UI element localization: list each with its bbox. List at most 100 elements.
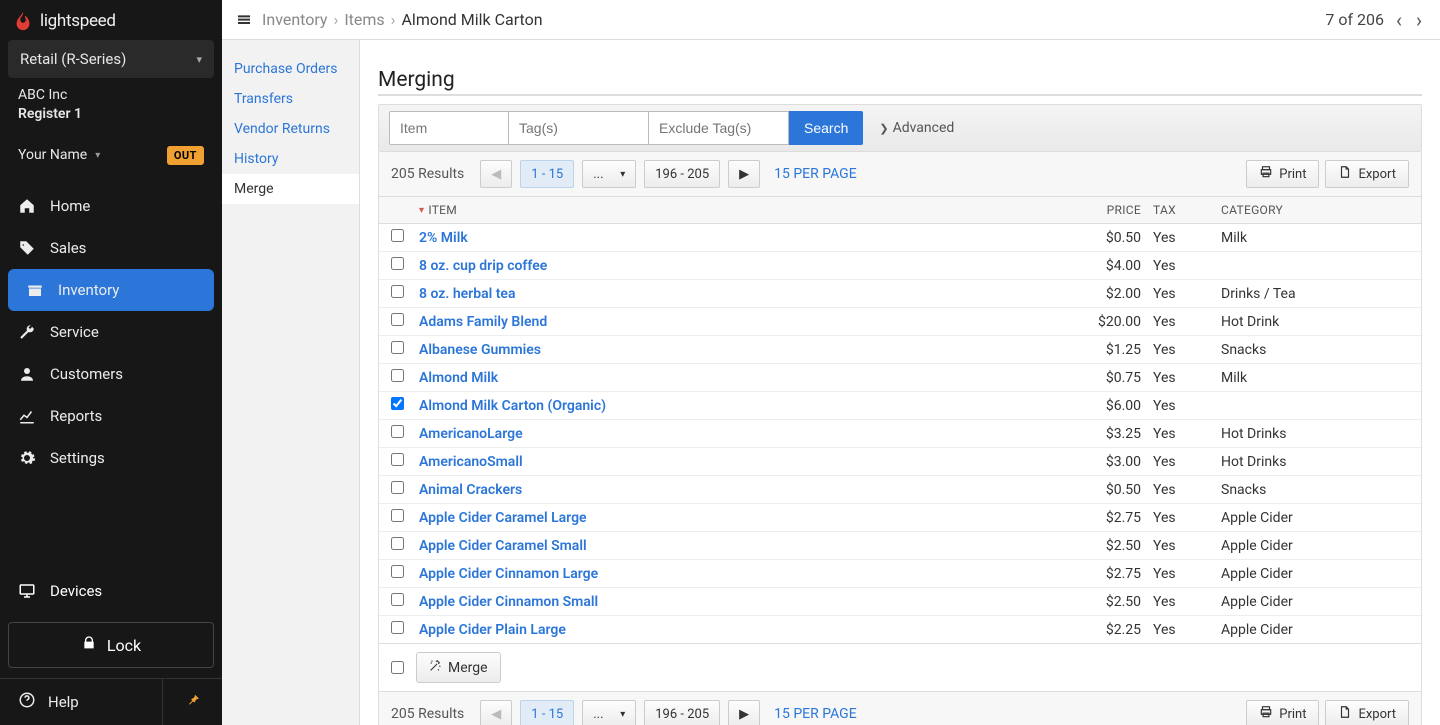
- export-button[interactable]: Export: [1325, 700, 1409, 725]
- user-row[interactable]: Your Name ▾ OUT: [0, 136, 222, 179]
- item-link[interactable]: Apple Cider Caramel Large: [419, 510, 587, 526]
- breadcrumb-items[interactable]: Items: [344, 10, 384, 29]
- per-page-toggle[interactable]: 15 PER PAGE: [774, 706, 857, 722]
- row-checkbox[interactable]: [391, 341, 404, 354]
- register-name: Register 1: [18, 105, 204, 124]
- next-page-button[interactable]: ▶: [728, 160, 760, 188]
- merge-button[interactable]: Merge: [416, 652, 501, 683]
- print-button[interactable]: Print: [1246, 160, 1319, 188]
- inventory-icon: [236, 12, 252, 28]
- next-page-button[interactable]: ▶: [728, 700, 760, 725]
- row-checkbox[interactable]: [391, 285, 404, 298]
- nav-item-reports[interactable]: Reports: [0, 395, 222, 437]
- item-link[interactable]: Apple Cider Cinnamon Large: [419, 566, 598, 582]
- user-icon: [18, 365, 36, 383]
- item-tax: Yes: [1141, 398, 1189, 414]
- column-tax[interactable]: TAX: [1141, 203, 1189, 217]
- row-checkbox[interactable]: [391, 425, 404, 438]
- page-ellipsis-dropdown[interactable]: ...▾: [582, 160, 636, 188]
- shop-selector[interactable]: Retail (R-Series) ▾: [8, 40, 214, 78]
- nav-item-sales[interactable]: Sales: [0, 227, 222, 269]
- nav-item-home[interactable]: Home: [0, 185, 222, 227]
- row-checkbox[interactable]: [391, 481, 404, 494]
- clock-out-badge[interactable]: OUT: [167, 146, 204, 165]
- item-link[interactable]: Albanese Gummies: [419, 342, 541, 358]
- item-link[interactable]: Almond Milk: [419, 370, 498, 386]
- table-row: 8 oz. herbal tea$2.00YesDrinks / Tea: [379, 280, 1421, 308]
- subnav-item-history[interactable]: History: [222, 144, 359, 174]
- nav-item-settings[interactable]: Settings: [0, 437, 222, 479]
- item-link[interactable]: Apple Cider Plain Large: [419, 622, 566, 638]
- nav-item-customers[interactable]: Customers: [0, 353, 222, 395]
- advanced-label: Advanced: [893, 120, 955, 136]
- topbar: Inventory › Items › Almond Milk Carton 7…: [222, 0, 1440, 40]
- breadcrumb-root[interactable]: Inventory: [262, 10, 328, 29]
- page-range-last[interactable]: 196 - 205: [644, 160, 720, 188]
- column-price[interactable]: PRICE: [1073, 203, 1141, 217]
- search-item-input[interactable]: [389, 111, 509, 145]
- nav-item-inventory[interactable]: Inventory: [8, 269, 214, 311]
- row-checkbox[interactable]: [391, 369, 404, 382]
- lock-button[interactable]: Lock: [8, 622, 214, 668]
- item-price: $0.50: [1073, 482, 1141, 498]
- nav-item-service[interactable]: Service: [0, 311, 222, 353]
- search-exclude-tags-input[interactable]: [649, 111, 789, 145]
- row-checkbox[interactable]: [391, 593, 404, 606]
- item-link[interactable]: Almond Milk Carton (Organic): [419, 398, 606, 414]
- item-link[interactable]: 8 oz. herbal tea: [419, 286, 515, 302]
- row-checkbox[interactable]: [391, 537, 404, 550]
- export-button[interactable]: Export: [1325, 160, 1409, 188]
- item-link[interactable]: 2% Milk: [419, 230, 468, 246]
- pager-top: 205 Results ◀ 1 - 15 ...▾ 196 - 205 ▶ 15…: [378, 152, 1422, 197]
- per-page-toggle[interactable]: 15 PER PAGE: [774, 166, 857, 182]
- subnav-item-transfers[interactable]: Transfers: [222, 84, 359, 114]
- column-category[interactable]: CATEGORY: [1189, 203, 1409, 217]
- page-range-current[interactable]: 1 - 15: [520, 700, 574, 725]
- pin-icon: [185, 692, 201, 712]
- select-all-checkbox[interactable]: [391, 661, 404, 674]
- item-price: $20.00: [1073, 314, 1141, 330]
- row-checkbox[interactable]: [391, 229, 404, 242]
- item-link[interactable]: Animal Crackers: [419, 482, 522, 498]
- row-checkbox[interactable]: [391, 565, 404, 578]
- prev-page-button[interactable]: ◀: [480, 700, 512, 725]
- chevron-right-icon: ›: [391, 10, 396, 29]
- item-link[interactable]: Apple Cider Caramel Small: [419, 538, 587, 554]
- print-button[interactable]: Print: [1246, 700, 1319, 725]
- subnav-item-vendor-returns[interactable]: Vendor Returns: [222, 114, 359, 144]
- row-checkbox[interactable]: [391, 509, 404, 522]
- advanced-toggle[interactable]: ❯ Advanced: [879, 120, 954, 136]
- prev-record-button[interactable]: ‹: [1394, 8, 1404, 32]
- item-link[interactable]: AmericanoLarge: [419, 426, 523, 442]
- search-tags-input[interactable]: [509, 111, 649, 145]
- row-checkbox[interactable]: [391, 313, 404, 326]
- nav-item-label: Reports: [50, 407, 102, 425]
- item-tax: Yes: [1141, 594, 1189, 610]
- item-link[interactable]: AmericanoSmall: [419, 454, 523, 470]
- item-link[interactable]: Adams Family Blend: [419, 314, 547, 330]
- row-checkbox[interactable]: [391, 397, 404, 410]
- table-row: 8 oz. cup drip coffee$4.00Yes: [379, 252, 1421, 280]
- search-button[interactable]: Search: [789, 111, 863, 145]
- row-checkbox[interactable]: [391, 453, 404, 466]
- page-range-last[interactable]: 196 - 205: [644, 700, 720, 725]
- devices-link[interactable]: Devices: [0, 570, 222, 612]
- nav-item-label: Inventory: [58, 281, 119, 299]
- record-position: 7 of 206: [1325, 10, 1384, 29]
- row-checkbox[interactable]: [391, 257, 404, 270]
- row-checkbox[interactable]: [391, 621, 404, 634]
- page-range-current[interactable]: 1 - 15: [520, 160, 574, 188]
- items-table: ▾ ITEM PRICE TAX CATEGORY 2% Milk $0.50 Ye…: [378, 197, 1422, 644]
- subnav-item-merge[interactable]: Merge: [222, 174, 359, 204]
- column-item[interactable]: ▾ ITEM: [419, 203, 1073, 217]
- item-link[interactable]: 8 oz. cup drip coffee: [419, 258, 547, 274]
- help-button[interactable]: Help: [0, 679, 162, 725]
- subnav-item-purchase-orders[interactable]: Purchase Orders: [222, 54, 359, 84]
- next-record-button[interactable]: ›: [1414, 8, 1424, 32]
- page-ellipsis-dropdown[interactable]: ...▾: [582, 700, 636, 725]
- sort-indicator-icon: ▾: [419, 205, 424, 216]
- item-price: $3.25: [1073, 426, 1141, 442]
- item-link[interactable]: Apple Cider Cinnamon Small: [419, 594, 598, 610]
- prev-page-button[interactable]: ◀: [480, 160, 512, 188]
- pin-button[interactable]: [162, 679, 222, 725]
